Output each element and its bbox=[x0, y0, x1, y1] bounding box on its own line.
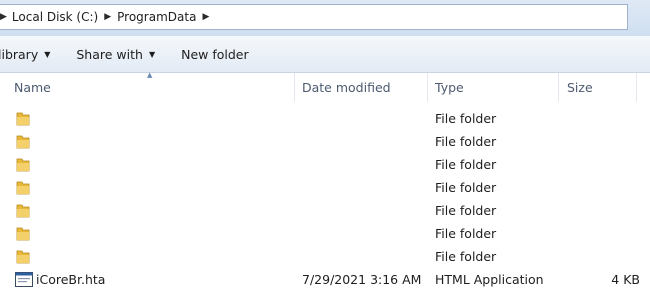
include-in-library-button[interactable]: library ▼ bbox=[0, 47, 50, 62]
list-item[interactable]: File folder bbox=[0, 130, 650, 153]
new-folder-label: New folder bbox=[181, 46, 249, 62]
file-type: File folder bbox=[435, 226, 497, 241]
folder-icon bbox=[16, 158, 30, 172]
command-toolbar: library ▼ Share with ▼ New folder bbox=[0, 36, 650, 73]
file-type: File folder bbox=[435, 180, 497, 195]
file-type: File folder bbox=[435, 249, 497, 264]
sort-ascending-icon: ▲ bbox=[147, 71, 153, 79]
address-bar: ▶ Local Disk (C:) ▶ ProgramData ▶ bbox=[0, 0, 650, 36]
chevron-down-icon: ▼ bbox=[44, 49, 51, 59]
list-item[interactable]: File folder bbox=[0, 199, 650, 222]
chevron-right-icon[interactable]: ▶ bbox=[202, 12, 215, 22]
list-item[interactable]: iCoreBr.hta 7/29/2021 3:16 AM HTML Appli… bbox=[0, 268, 650, 291]
column-divider[interactable] bbox=[427, 73, 428, 102]
column-headers: ▲ Name Date modified Type Size bbox=[0, 71, 650, 102]
file-date-modified: 7/29/2021 3:16 AM bbox=[302, 272, 422, 287]
breadcrumb-programdata[interactable]: ProgramData bbox=[117, 10, 202, 24]
list-item[interactable]: File folder bbox=[0, 153, 650, 176]
file-type: File folder bbox=[435, 111, 497, 126]
folder-icon bbox=[16, 250, 30, 264]
hta-file-icon bbox=[15, 272, 33, 287]
chevron-right-icon[interactable]: ▶ bbox=[104, 12, 117, 22]
column-header-size[interactable]: Size bbox=[567, 73, 593, 102]
column-header-date-modified[interactable]: Date modified bbox=[302, 73, 391, 102]
share-with-label: Share with bbox=[76, 46, 143, 62]
list-item[interactable]: File folder bbox=[0, 222, 650, 245]
list-item[interactable]: File folder bbox=[0, 245, 650, 268]
file-size: 4 KB bbox=[611, 272, 640, 287]
file-type: File folder bbox=[435, 203, 497, 218]
column-divider[interactable] bbox=[294, 73, 295, 102]
column-divider[interactable] bbox=[636, 73, 637, 102]
folder-icon bbox=[16, 112, 30, 126]
list-item[interactable]: File folder bbox=[0, 107, 650, 130]
file-name: iCoreBr.hta bbox=[36, 272, 106, 287]
new-folder-button[interactable]: New folder bbox=[181, 47, 249, 62]
folder-icon bbox=[16, 227, 30, 241]
chevron-down-icon: ▼ bbox=[148, 49, 156, 59]
address-field[interactable]: ▶ Local Disk (C:) ▶ ProgramData ▶ bbox=[0, 4, 628, 30]
share-with-button[interactable]: Share with ▼ bbox=[76, 47, 155, 62]
folder-icon bbox=[16, 204, 30, 218]
folder-icon bbox=[16, 181, 30, 195]
breadcrumb-local-disk[interactable]: Local Disk (C:) bbox=[12, 10, 104, 24]
column-header-type[interactable]: Type bbox=[435, 73, 464, 102]
chevron-right-icon[interactable]: ▶ bbox=[0, 12, 12, 22]
file-type: File folder bbox=[435, 134, 497, 149]
folder-icon bbox=[16, 135, 30, 149]
column-header-name[interactable]: Name bbox=[14, 73, 51, 102]
column-divider[interactable] bbox=[558, 73, 559, 102]
list-item[interactable]: File folder bbox=[0, 176, 650, 199]
file-type: File folder bbox=[435, 157, 497, 172]
library-label: library bbox=[0, 46, 39, 62]
file-type: HTML Application bbox=[435, 272, 544, 287]
file-list: File folder File folder File folder File… bbox=[0, 107, 650, 291]
